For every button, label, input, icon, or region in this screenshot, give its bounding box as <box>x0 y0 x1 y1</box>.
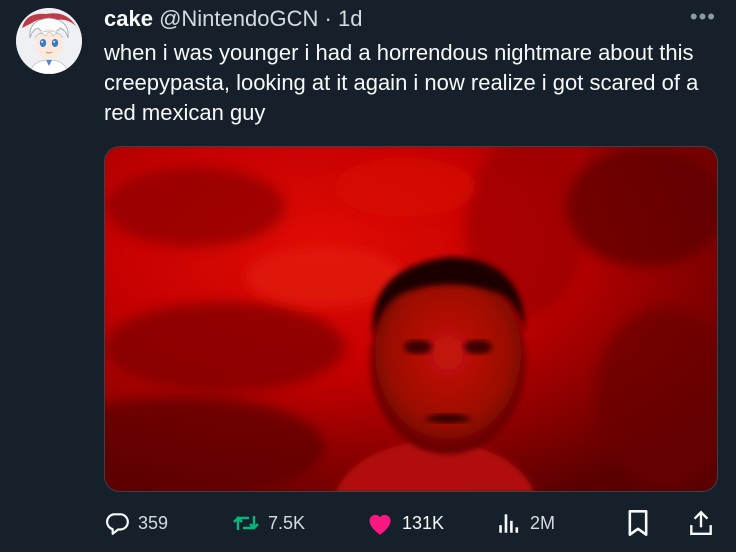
reply-count: 359 <box>138 512 169 533</box>
bookmark-button[interactable] <box>626 506 650 540</box>
tweet-header: cake @NintendoGCN · 1d <box>104 4 362 34</box>
like-button[interactable]: 131K <box>366 506 444 540</box>
separator-dot: · <box>324 6 332 31</box>
retweet-count: 7.5K <box>268 512 306 533</box>
more-options-icon[interactable]: ••• <box>690 6 716 28</box>
bookmark-icon <box>626 509 650 537</box>
tweet-image[interactable] <box>104 146 718 492</box>
reply-button[interactable]: 359 <box>104 506 168 540</box>
bar-chart-icon <box>496 510 522 536</box>
avatar-illustration <box>16 8 82 74</box>
author-handle[interactable]: @NintendoGCN <box>159 6 318 31</box>
timestamp[interactable]: 1d <box>338 6 362 31</box>
views-button[interactable]: 2M <box>496 506 555 540</box>
retweet-icon <box>232 510 260 536</box>
avatar[interactable] <box>16 8 82 74</box>
share-button[interactable] <box>688 506 714 540</box>
reply-icon <box>104 510 130 536</box>
action-bar: 359 7.5K 131K 2M <box>104 506 724 540</box>
share-icon <box>688 509 714 537</box>
red-portrait-photo <box>105 147 717 491</box>
heart-icon <box>366 510 394 536</box>
author-name[interactable]: cake <box>104 6 153 31</box>
tweet-text: when i was younger i had a horrendous ni… <box>104 40 699 125</box>
like-count: 131K <box>402 512 445 533</box>
retweet-button[interactable]: 7.5K <box>232 506 305 540</box>
views-count: 2M <box>530 512 556 533</box>
